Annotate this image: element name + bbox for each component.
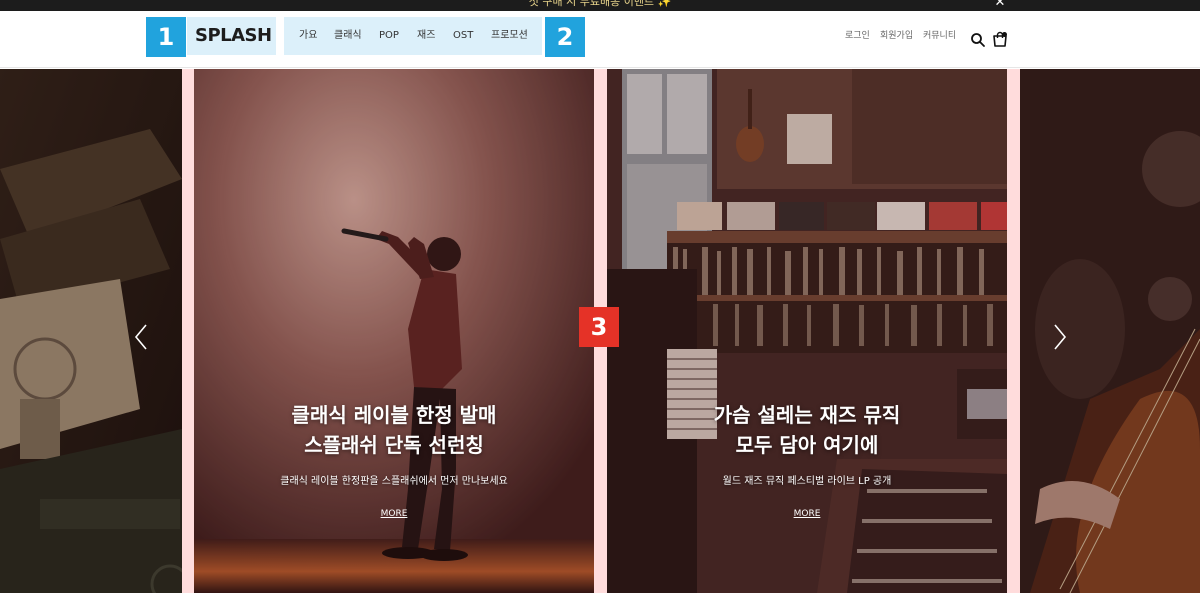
- slide-title-line-1: 가슴 설레는 재즈 뮤직: [713, 403, 901, 427]
- nav-item-ost[interactable]: OST: [453, 17, 473, 55]
- login-link[interactable]: 로그인: [845, 17, 870, 55]
- record-crate-image: [0, 69, 182, 593]
- nav-item-pop[interactable]: POP: [379, 17, 399, 55]
- slide-description: 클래식 레이블 한정판을 스플래쉬에서 먼저 만나보세요: [280, 476, 508, 487]
- slide-classic-label[interactable]: 클래식 레이블 한정 발매 스플래쉬 단독 선런칭 클래식 레이블 한정판을 스…: [194, 69, 594, 593]
- main-nav: 가요 클래식 POP 재즈 OST 프로모션: [284, 17, 542, 55]
- annotation-marker-3: 3: [579, 307, 619, 347]
- close-icon[interactable]: ✕: [993, 0, 1007, 10]
- shopping-bag-icon[interactable]: [992, 31, 1008, 47]
- slide-more-link[interactable]: MORE: [787, 509, 827, 519]
- main-visual-slider: 클래식 레이블 한정 발매 스플래쉬 단독 선런칭 클래식 레이블 한정판을 스…: [0, 69, 1200, 593]
- chevron-right-icon[interactable]: [1047, 321, 1071, 353]
- logo-highlight: SPLASH: [187, 17, 276, 55]
- annotation-marker-1: 1: [146, 17, 186, 57]
- search-icon[interactable]: [970, 32, 986, 48]
- slide-description: 월드 재즈 뮤직 페스티벌 라이브 LP 공개: [722, 476, 892, 487]
- slide-jazz-lp[interactable]: 가슴 설레는 재즈 뮤직 모두 담아 여기에 월드 재즈 뮤직 페스티벌 라이브…: [607, 69, 1007, 593]
- slide-title-line-1: 클래식 레이블 한정 발매: [291, 403, 497, 427]
- nav-item-promotion[interactable]: 프로모션: [491, 17, 528, 55]
- promo-text: 첫 구매 시 무료배송 이벤트 ✨: [528, 0, 672, 8]
- site-header: 1 SPLASH 가요 클래식 POP 재즈 OST 프로모션 2 로그인 회원…: [0, 11, 1200, 68]
- nav-item-kpop[interactable]: 가요: [299, 17, 317, 55]
- annotation-marker-2: 2: [545, 17, 585, 57]
- chevron-left-icon[interactable]: [130, 321, 154, 353]
- slide-title-line-2: 스플래쉬 단독 선런칭: [304, 433, 484, 457]
- slide-title-line-2: 모두 담아 여기에: [735, 433, 879, 457]
- previous-slide-peek[interactable]: [0, 69, 182, 593]
- promo-bar: 첫 구매 시 무료배송 이벤트 ✨ ✕: [0, 0, 1200, 11]
- signup-link[interactable]: 회원가입: [880, 17, 913, 55]
- community-link[interactable]: 커뮤니티: [923, 17, 956, 55]
- site-logo[interactable]: SPLASH: [195, 17, 272, 55]
- slide-more-link[interactable]: MORE: [374, 509, 414, 519]
- nav-item-jazz[interactable]: 재즈: [417, 17, 435, 55]
- nav-item-classic[interactable]: 클래식: [334, 17, 362, 55]
